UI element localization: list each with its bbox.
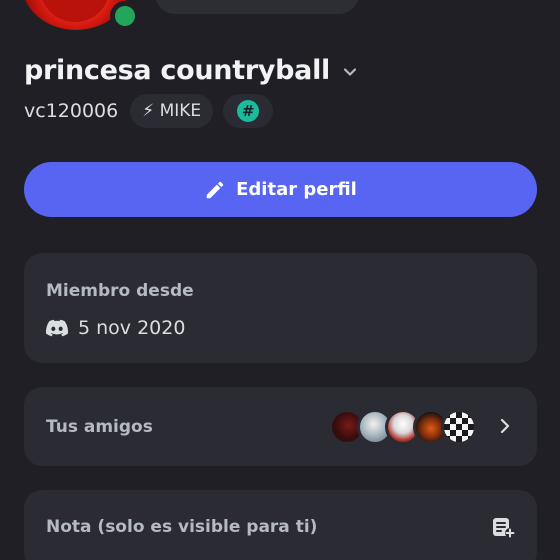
badge-chip-mike[interactable]: ⚡ MIKE <box>130 94 214 128</box>
username: vc120006 <box>24 100 119 122</box>
friend-avatars <box>329 409 479 445</box>
friend-avatar <box>441 409 477 445</box>
note-add-icon[interactable] <box>491 515 515 539</box>
online-status-icon <box>110 1 140 31</box>
member-since-date: 5 nov 2020 <box>78 317 186 339</box>
friends-label: Tus amigos <box>46 417 153 437</box>
note-label: Nota (solo es visible para ti) <box>46 517 318 537</box>
member-since-card: Miembro desde 5 nov 2020 <box>24 253 537 363</box>
friends-card[interactable]: Tus amigos <box>24 387 537 466</box>
status-bubble[interactable] <box>155 0 359 14</box>
tag-row: vc120006 ⚡ MIKE # <box>24 94 274 128</box>
name-row[interactable]: princesa countryball <box>24 55 358 86</box>
pencil-icon <box>206 181 224 198</box>
hashtag-icon: # <box>237 100 260 122</box>
member-since-title: Miembro desde <box>46 281 194 301</box>
chevron-down-icon[interactable] <box>342 64 358 80</box>
avatar-image <box>40 0 110 22</box>
chevron-right-icon <box>500 418 510 434</box>
member-since-row: 5 nov 2020 <box>46 317 185 339</box>
display-name: princesa countryball <box>24 55 331 86</box>
edit-profile-button[interactable]: Editar perfil <box>24 162 537 217</box>
badge-label: ⚡ MIKE <box>142 101 202 121</box>
discord-icon <box>46 319 68 337</box>
note-card[interactable]: Nota (solo es visible para ti) <box>24 490 537 560</box>
edit-profile-label: Editar perfil <box>236 179 357 200</box>
badge-chip-hashtag[interactable]: # <box>223 94 274 128</box>
profile-screen: princesa countryball vc120006 ⚡ MIKE # E… <box>0 0 560 560</box>
